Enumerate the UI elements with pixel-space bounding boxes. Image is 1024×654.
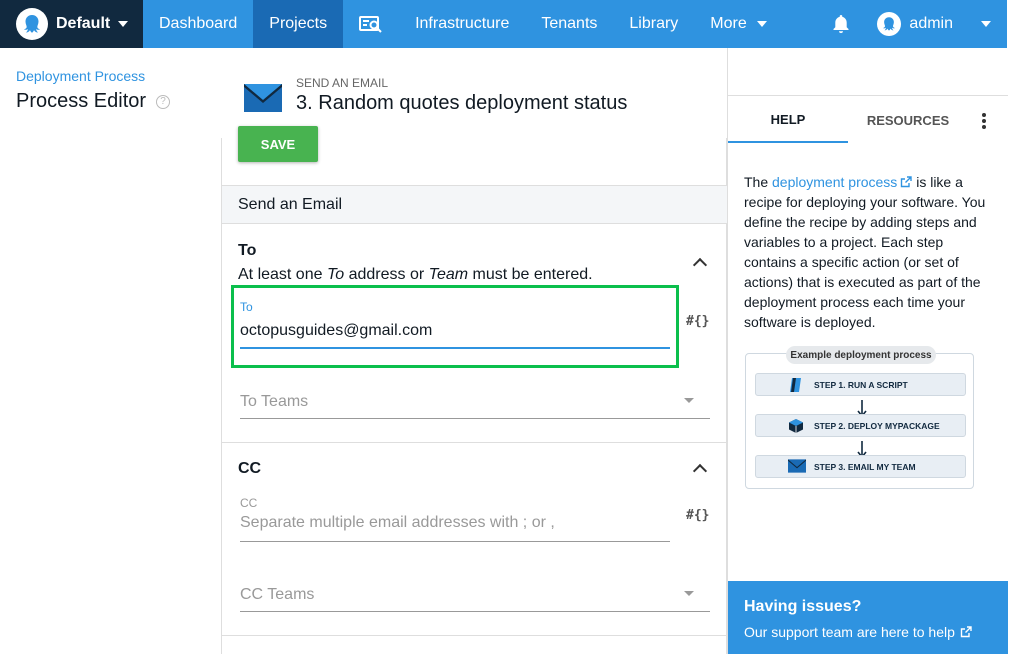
octopus-logo-icon (16, 8, 48, 40)
collapse-to-chevron-up-icon[interactable] (692, 257, 708, 273)
step-name: Random quotes deployment status (318, 92, 628, 114)
space-switcher[interactable]: Default (0, 0, 143, 48)
to-teams-placeholder: To Teams (240, 393, 309, 410)
nav-more[interactable]: More (694, 0, 782, 48)
nav-projects[interactable]: Projects (253, 0, 344, 48)
support-link-text: Our support team are here to help (744, 624, 955, 640)
user-avatar-icon (877, 12, 902, 36)
chevron-down-icon (118, 21, 129, 27)
to-desc-part3: must be entered. (468, 266, 593, 283)
tab-resources[interactable]: RESOURCES (848, 97, 968, 143)
step-number: 3. (296, 92, 313, 114)
help-tabs: HELP RESOURCES (728, 97, 1008, 143)
to-insert-variable-icon[interactable]: #{} (686, 314, 709, 329)
user-menu[interactable]: admin (865, 0, 1007, 48)
save-button[interactable]: SAVE (238, 126, 318, 162)
example-step-2-label: STEP 2. DEPLOY MYPACKAGE (814, 420, 940, 431)
form-section-header: Send an Email (222, 185, 727, 224)
notifications-bell-icon[interactable] (817, 0, 865, 48)
example-step-3-label: STEP 3. EMAIL MY TEAM (814, 461, 916, 472)
external-link-icon (960, 626, 972, 638)
help-description: The deployment process is like a recipe … (744, 172, 994, 332)
collapse-cc-chevron-up-icon[interactable] (692, 463, 708, 479)
help-text-after: is like a recipe for deploying your soft… (744, 174, 986, 330)
example-step-3: STEP 3. EMAIL MY TEAM (755, 455, 966, 478)
support-banner-title: Having issues? (744, 598, 862, 615)
section-divider (222, 442, 727, 443)
section-divider (222, 635, 727, 636)
to-field-underline (240, 347, 670, 349)
to-section-title: To (238, 242, 257, 259)
example-step-1: STEP 1. RUN A SCRIPT (755, 373, 966, 396)
to-field-label: To (240, 300, 253, 314)
help-text-before: The (744, 174, 773, 190)
user-name: admin (909, 15, 953, 32)
tasks-search-icon (359, 16, 382, 33)
support-banner: Having issues? Our support team are here… (728, 581, 1008, 654)
to-email-input[interactable] (240, 322, 670, 340)
page-title-text: Process Editor (16, 90, 147, 112)
step-kind-label: SEND AN EMAIL (296, 76, 389, 90)
example-step-2: STEP 2. DEPLOY MYPACKAGE (755, 414, 966, 437)
step-title: 3. Random quotes deployment status (296, 92, 627, 115)
nav-library[interactable]: Library (613, 0, 694, 48)
to-teams-select[interactable]: To Teams (240, 383, 710, 419)
cc-insert-variable-icon[interactable]: #{} (686, 508, 709, 523)
help-sidebar-top (728, 48, 1008, 96)
example-process-diagram: Example deployment process STEP 1. RUN A… (745, 346, 974, 489)
deployment-process-link-text: deployment process (772, 174, 898, 190)
chevron-down-icon (981, 21, 991, 27)
to-desc-part1: At least one (238, 266, 327, 283)
script-icon (790, 378, 801, 392)
dropdown-arrow-icon (684, 591, 694, 596)
to-section-description: At least one To address or Team must be … (238, 266, 593, 284)
email-envelope-icon (788, 459, 806, 473)
step-form-card: Send an Email To At least one To address… (221, 138, 727, 654)
chevron-down-icon (756, 21, 767, 27)
space-name: Default (56, 15, 111, 32)
support-link[interactable]: Our support team are here to help (744, 624, 992, 640)
nav-infrastructure[interactable]: Infrastructure (399, 0, 525, 48)
example-step-1-label: STEP 1. RUN A SCRIPT (814, 379, 908, 390)
nav-dashboard[interactable]: Dashboard (143, 0, 253, 48)
nav-more-label: More (710, 15, 747, 32)
dropdown-arrow-icon (684, 398, 694, 403)
cc-teams-select[interactable]: CC Teams (240, 576, 710, 612)
cc-teams-placeholder: CC Teams (240, 586, 315, 603)
top-navigation: Default Dashboard Projects Infrastructur… (0, 0, 1007, 48)
to-desc-em-to: To (326, 266, 345, 283)
nav-tasks[interactable] (343, 0, 399, 48)
to-desc-part2: address or (344, 266, 429, 283)
help-question-icon[interactable]: ? (156, 94, 171, 109)
cc-email-input[interactable] (240, 514, 670, 532)
cc-field-label: CC (240, 496, 258, 510)
package-box-icon (789, 419, 803, 433)
to-field: To (240, 300, 680, 350)
external-link-icon (901, 176, 913, 188)
breadcrumb[interactable]: Deployment Process (16, 68, 145, 84)
nav-right: admin (817, 0, 1007, 48)
more-options-kebab-icon[interactable] (976, 111, 992, 131)
cc-section-title: CC (238, 460, 262, 477)
cc-field: CC (240, 496, 680, 546)
nav-tenants[interactable]: Tenants (525, 0, 613, 48)
example-title: Example deployment process (786, 346, 936, 364)
tab-help[interactable]: HELP (728, 97, 848, 143)
to-desc-em-team: Team (428, 266, 469, 283)
deployment-process-link[interactable]: deployment process (772, 174, 913, 190)
email-envelope-icon (244, 84, 282, 112)
cc-field-underline (240, 541, 670, 542)
help-sidebar: HELP RESOURCES The deployment process is… (727, 48, 1008, 654)
page-title: Process Editor ? (16, 90, 171, 113)
